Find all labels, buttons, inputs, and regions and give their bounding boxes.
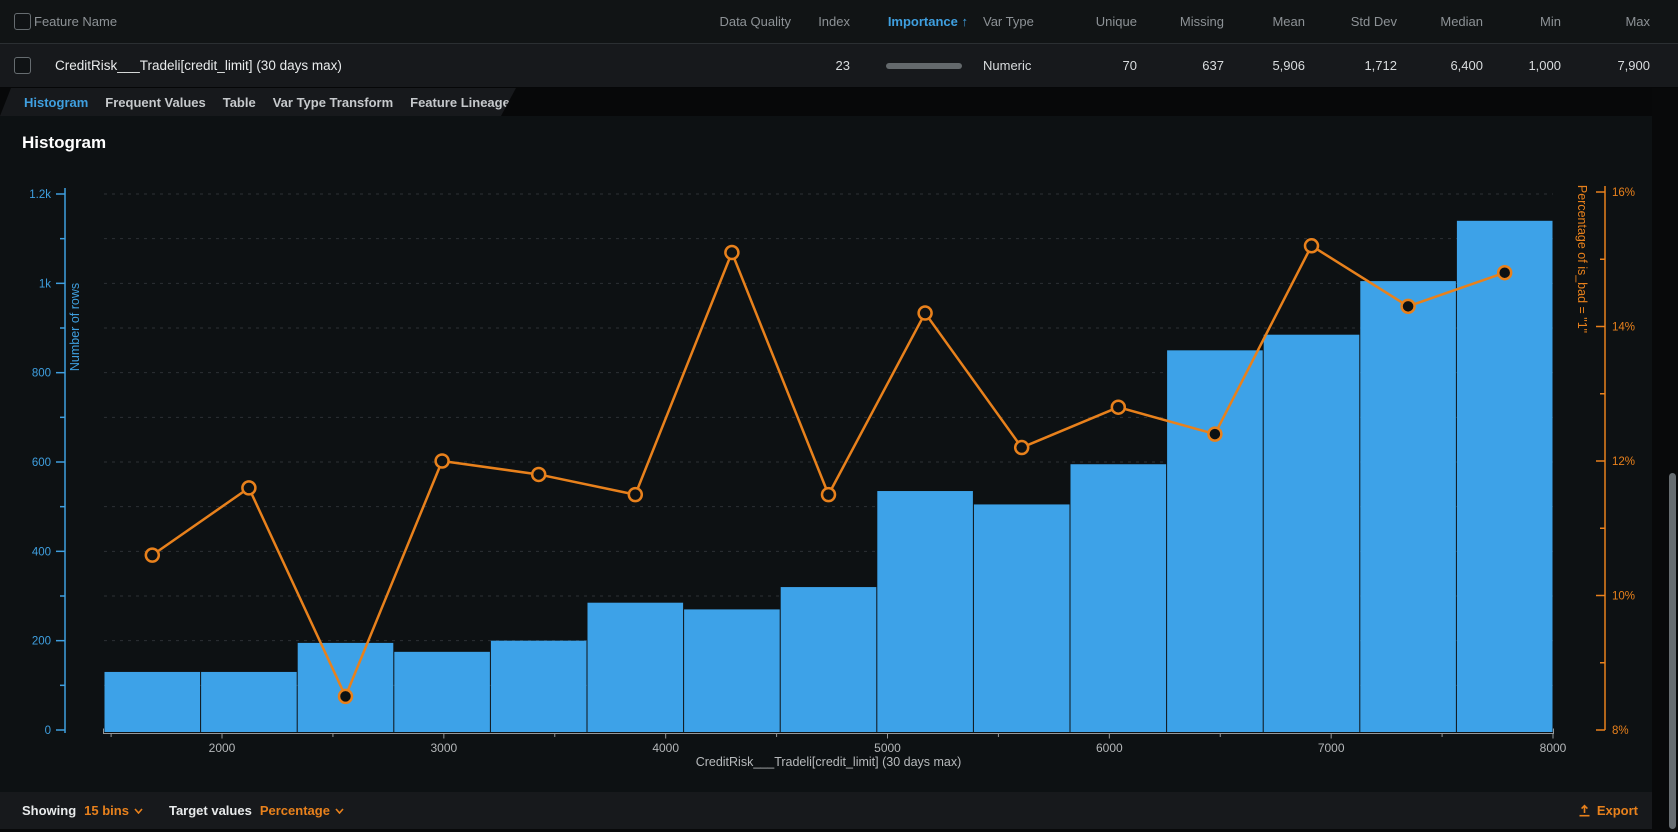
feature-name-cell[interactable]: CreditRisk___Tradeli[credit_limit] (30 d… bbox=[55, 44, 342, 87]
histogram-chart: 2000 3000 4000 5000 6000 7000 8000 0 200 400 600 80… bbox=[0, 116, 1652, 792]
export-icon bbox=[1578, 804, 1591, 817]
tab-frequent-values[interactable]: Frequent Values bbox=[105, 95, 205, 110]
max-cell: 7,900 bbox=[1617, 44, 1650, 87]
missing-cell: 637 bbox=[1202, 44, 1224, 87]
svg-text:0: 0 bbox=[45, 725, 51, 737]
min-cell: 1,000 bbox=[1528, 44, 1561, 87]
column-data-quality[interactable]: Data Quality bbox=[719, 0, 791, 43]
svg-text:4000: 4000 bbox=[652, 741, 679, 755]
svg-text:5000: 5000 bbox=[874, 741, 901, 755]
chart-toolbar: Showing 15 bins Target values Percentage… bbox=[0, 792, 1652, 829]
target-values-label: Target values bbox=[169, 803, 252, 818]
svg-text:200: 200 bbox=[32, 636, 51, 648]
tab-feature-lineage[interactable]: Feature Lineage bbox=[410, 95, 510, 110]
bins-value: 15 bins bbox=[84, 803, 129, 818]
svg-text:16%: 16% bbox=[1612, 187, 1635, 199]
var-type-cell: Numeric bbox=[983, 44, 1031, 87]
select-all-checkbox[interactable] bbox=[14, 13, 31, 30]
column-max[interactable]: Max bbox=[1625, 0, 1650, 43]
export-label: Export bbox=[1597, 803, 1638, 818]
median-cell: 6,400 bbox=[1450, 44, 1483, 87]
chevron-down-icon bbox=[134, 808, 143, 814]
unique-cell: 70 bbox=[1123, 44, 1137, 87]
bins-dropdown[interactable]: 15 bins bbox=[84, 803, 143, 818]
importance-bar bbox=[886, 63, 962, 69]
svg-text:800: 800 bbox=[32, 368, 51, 380]
column-feature-name[interactable]: Feature Name bbox=[34, 0, 117, 43]
feature-table-row: CreditRisk___Tradeli[credit_limit] (30 d… bbox=[0, 44, 1678, 88]
column-std-dev[interactable]: Std Dev bbox=[1351, 0, 1397, 43]
svg-text:12%: 12% bbox=[1612, 456, 1635, 468]
svg-text:2000: 2000 bbox=[209, 741, 236, 755]
feature-table-header: Feature Name Data Quality Index Importan… bbox=[0, 0, 1678, 44]
column-unique[interactable]: Unique bbox=[1096, 0, 1137, 43]
target-values-value: Percentage bbox=[260, 803, 330, 818]
index-cell: 23 bbox=[836, 44, 850, 87]
std-dev-cell: 1,712 bbox=[1364, 44, 1397, 87]
column-median[interactable]: Median bbox=[1440, 0, 1483, 43]
svg-text:10%: 10% bbox=[1612, 591, 1635, 603]
export-button[interactable]: Export bbox=[1578, 803, 1638, 818]
mean-cell: 5,906 bbox=[1272, 44, 1305, 87]
feature-row-checkbox[interactable] bbox=[14, 57, 31, 74]
column-importance-sorted[interactable]: Importance ↑ bbox=[888, 0, 968, 43]
svg-text:1k: 1k bbox=[39, 278, 51, 290]
tab-var-type-transform[interactable]: Var Type Transform bbox=[273, 95, 393, 110]
svg-text:8000: 8000 bbox=[1540, 741, 1567, 755]
column-index[interactable]: Index bbox=[818, 0, 850, 43]
svg-text:14%: 14% bbox=[1612, 322, 1635, 334]
showing-label: Showing bbox=[22, 803, 76, 818]
svg-text:Percentage of is_bad = "1": Percentage of is_bad = "1" bbox=[1575, 185, 1589, 333]
chevron-down-icon bbox=[335, 808, 344, 814]
svg-text:8%: 8% bbox=[1612, 725, 1629, 737]
column-mean[interactable]: Mean bbox=[1272, 0, 1305, 43]
tab-table[interactable]: Table bbox=[223, 95, 256, 110]
vertical-scrollbar[interactable] bbox=[1669, 473, 1676, 829]
svg-text:600: 600 bbox=[32, 457, 51, 469]
target-values-dropdown[interactable]: Percentage bbox=[260, 803, 344, 818]
column-var-type[interactable]: Var Type bbox=[983, 0, 1034, 43]
column-missing[interactable]: Missing bbox=[1180, 0, 1224, 43]
svg-text:400: 400 bbox=[32, 546, 51, 558]
tab-histogram[interactable]: Histogram bbox=[24, 95, 88, 110]
svg-text:Number of rows: Number of rows bbox=[68, 283, 82, 371]
svg-text:CreditRisk___Tradeli[credit_li: CreditRisk___Tradeli[credit_limit] (30 d… bbox=[696, 755, 962, 769]
svg-text:7000: 7000 bbox=[1318, 741, 1345, 755]
feature-detail-tabs: Histogram Frequent Values Table Var Type… bbox=[0, 88, 516, 116]
svg-text:1.2k: 1.2k bbox=[29, 189, 51, 201]
column-min[interactable]: Min bbox=[1540, 0, 1561, 43]
svg-text:6000: 6000 bbox=[1096, 741, 1123, 755]
svg-text:3000: 3000 bbox=[430, 741, 457, 755]
